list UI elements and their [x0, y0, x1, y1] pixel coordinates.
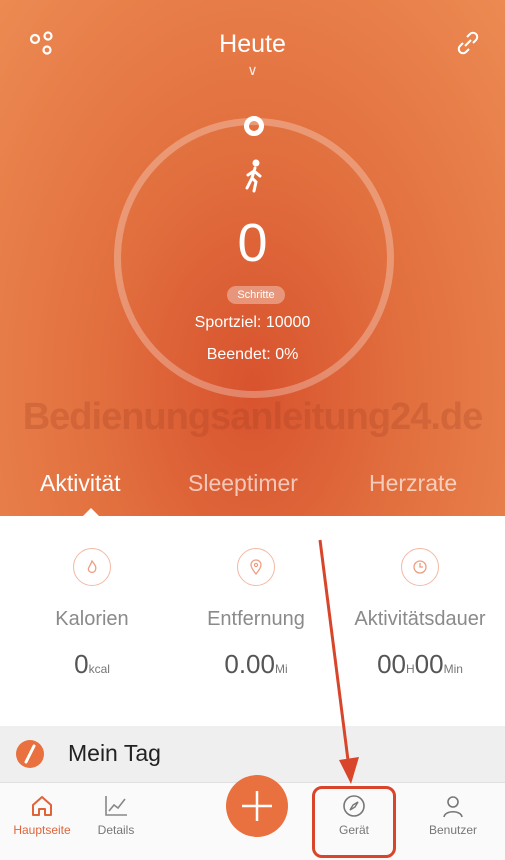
highlight-box — [312, 786, 396, 858]
bottom-nav: Hauptseite Details Gerät Benutzer — [0, 775, 505, 860]
nav-benutzer[interactable]: Benutzer — [413, 789, 493, 837]
page-title[interactable]: Heute — [0, 30, 505, 59]
tab-herzrate[interactable]: Herzrate — [369, 470, 457, 497]
distance-label: Entfernung — [207, 608, 305, 630]
link-icon[interactable] — [455, 30, 481, 56]
watermark: Bedienungsanleitung24.de — [22, 396, 484, 438]
flame-icon — [73, 548, 111, 586]
step-goal: Sportziel: 10000 — [194, 314, 311, 331]
nav-label: Details — [97, 823, 135, 837]
location-pin-icon — [237, 548, 275, 586]
activity-duration-value: 00H00Min — [377, 649, 463, 679]
progress-indicator-dot — [244, 116, 264, 136]
tab-bar: Aktivität Sleeptimer Herzrate — [0, 470, 505, 510]
nav-details[interactable]: Details — [76, 789, 156, 837]
distance-value: 0.00Mi — [224, 649, 288, 679]
plus-icon — [242, 791, 272, 821]
activity-duration-metric: Aktivitätsdauer 00H00Min — [336, 548, 504, 680]
my-day-label: Mein Tag — [68, 740, 161, 766]
user-icon — [443, 796, 463, 818]
nav-label: Hauptseite — [13, 823, 71, 837]
walking-person-icon — [245, 159, 262, 193]
activity-duration-label: Aktivitätsdauer — [354, 608, 486, 630]
clock-icon — [401, 548, 439, 586]
tab-aktivitaet[interactable]: Aktivität — [40, 470, 121, 497]
activity-header-panel: Heute ∨ 0 Schritte Sportziel: 10000 Been… — [0, 0, 505, 517]
calories-metric: Kalorien 0kcal — [8, 548, 176, 680]
my-day-icon — [16, 740, 44, 768]
active-tab-indicator — [82, 508, 100, 517]
tab-sleeptimer[interactable]: Sleeptimer — [188, 470, 298, 497]
chart-icon — [105, 796, 127, 816]
my-day-bar[interactable]: Mein Tag — [0, 726, 505, 782]
nav-label: Benutzer — [428, 823, 478, 837]
add-button[interactable] — [226, 775, 288, 837]
calories-label: Kalorien — [55, 608, 129, 630]
steps-label-badge: Schritte — [227, 286, 285, 304]
home-icon — [32, 796, 52, 816]
goal-completion: Beendet: 0% — [206, 346, 299, 363]
steps-value: 0 — [237, 213, 268, 273]
nav-hauptseite[interactable]: Hauptseite — [2, 789, 82, 837]
distance-metric: Entfernung 0.00Mi — [172, 548, 340, 680]
calories-value: 0kcal — [74, 649, 110, 679]
chevron-down-icon[interactable]: ∨ — [0, 62, 505, 79]
